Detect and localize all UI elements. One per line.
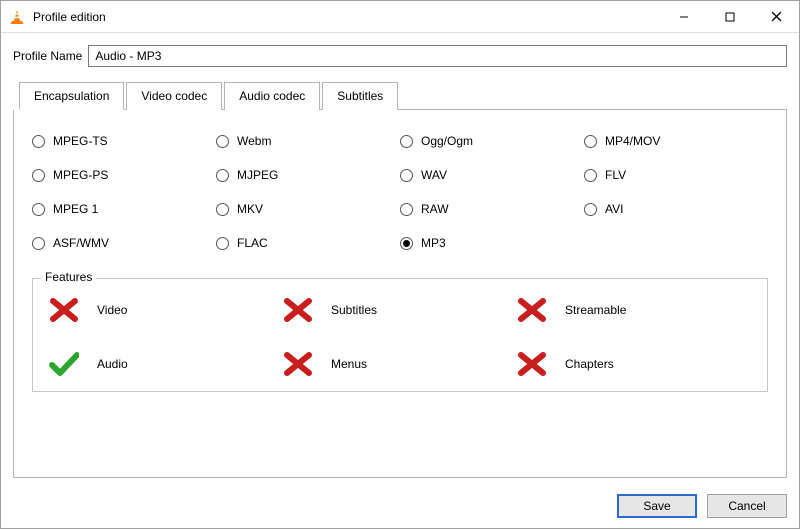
radio-icon: [216, 135, 229, 148]
radio-icon: [584, 203, 597, 216]
tab-encapsulation[interactable]: Encapsulation: [19, 82, 124, 110]
radio-label: MP4/MOV: [605, 134, 660, 148]
tab-video-codec[interactable]: Video codec: [126, 82, 222, 110]
radio-icon: [400, 237, 413, 250]
tab-subtitles[interactable]: Subtitles: [322, 82, 398, 110]
radio-label: AVI: [605, 202, 623, 216]
radio-webm[interactable]: Webm: [216, 134, 400, 148]
feature-label: Video: [97, 303, 127, 317]
radio-label: MPEG 1: [53, 202, 98, 216]
maximize-button[interactable]: [707, 1, 753, 32]
window: Profile edition Profile Name Encapsulati…: [0, 0, 800, 529]
tabstrip: Encapsulation Video codec Audio codec Su…: [19, 81, 787, 110]
vlc-cone-icon: [9, 9, 25, 25]
features-legend: Features: [41, 270, 96, 284]
radio-icon: [32, 203, 45, 216]
feature-label: Audio: [97, 357, 128, 371]
radio-mpeg-ps[interactable]: MPEG-PS: [32, 168, 216, 182]
radio-label: FLV: [605, 168, 626, 182]
radio-label: MP3: [421, 236, 446, 250]
x-icon: [283, 351, 313, 377]
radio-mp4[interactable]: MP4/MOV: [584, 134, 768, 148]
radio-ogg[interactable]: Ogg/Ogm: [400, 134, 584, 148]
feature-label: Streamable: [565, 303, 626, 317]
feature-label: Chapters: [565, 357, 614, 371]
x-icon: [283, 297, 313, 323]
radio-mpeg1[interactable]: MPEG 1: [32, 202, 216, 216]
radio-wav[interactable]: WAV: [400, 168, 584, 182]
radio-icon: [216, 169, 229, 182]
radio-avi[interactable]: AVI: [584, 202, 768, 216]
radio-icon: [216, 237, 229, 250]
client-area: Profile Name Encapsulation Video codec A…: [1, 33, 799, 486]
window-buttons: [661, 1, 799, 32]
radio-label: RAW: [421, 202, 449, 216]
radio-icon: [32, 169, 45, 182]
dialog-footer: Save Cancel: [1, 486, 799, 528]
feature-label: Menus: [331, 357, 367, 371]
titlebar: Profile edition: [1, 1, 799, 33]
radio-icon: [584, 135, 597, 148]
x-icon: [517, 297, 547, 323]
radio-icon: [584, 169, 597, 182]
radio-mpeg-ts[interactable]: MPEG-TS: [32, 134, 216, 148]
radio-label: ASF/WMV: [53, 236, 109, 250]
feature-video: Video: [49, 297, 283, 323]
feature-label: Subtitles: [331, 303, 377, 317]
radio-label: MJPEG: [237, 168, 278, 182]
radio-empty-slot: [584, 236, 768, 250]
features-grid: Video Subtitles Streamable Audio: [49, 297, 751, 377]
radio-flac[interactable]: FLAC: [216, 236, 400, 250]
radio-label: MPEG-TS: [53, 134, 108, 148]
radio-icon: [400, 135, 413, 148]
radio-label: Ogg/Ogm: [421, 134, 473, 148]
radio-asf[interactable]: ASF/WMV: [32, 236, 216, 250]
radio-icon: [216, 203, 229, 216]
feature-audio: Audio: [49, 351, 283, 377]
check-icon: [49, 351, 79, 377]
x-icon: [49, 297, 79, 323]
radio-label: Webm: [237, 134, 271, 148]
radio-icon: [32, 135, 45, 148]
features-group: Features Video Subtitles Streamable: [32, 278, 768, 392]
profile-name-row: Profile Name: [13, 45, 787, 67]
save-button[interactable]: Save: [617, 494, 697, 518]
minimize-button[interactable]: [661, 1, 707, 32]
cancel-button[interactable]: Cancel: [707, 494, 787, 518]
radio-mjpeg[interactable]: MJPEG: [216, 168, 400, 182]
radio-label: WAV: [421, 168, 447, 182]
radio-icon: [32, 237, 45, 250]
radio-label: FLAC: [237, 236, 268, 250]
radio-label: MKV: [237, 202, 263, 216]
profile-name-input[interactable]: [88, 45, 787, 67]
profile-name-label: Profile Name: [13, 49, 82, 63]
tab-audio-codec[interactable]: Audio codec: [224, 82, 320, 110]
feature-chapters: Chapters: [517, 351, 751, 377]
radio-label: MPEG-PS: [53, 168, 108, 182]
close-button[interactable]: [753, 1, 799, 32]
tab-panel-encapsulation: MPEG-TS Webm Ogg/Ogm MP4/MOV MPEG-PS MJP…: [13, 110, 787, 478]
feature-subtitles: Subtitles: [283, 297, 517, 323]
feature-streamable: Streamable: [517, 297, 751, 323]
feature-menus: Menus: [283, 351, 517, 377]
window-title: Profile edition: [33, 10, 106, 24]
radio-icon: [400, 169, 413, 182]
radio-raw[interactable]: RAW: [400, 202, 584, 216]
encapsulation-options: MPEG-TS Webm Ogg/Ogm MP4/MOV MPEG-PS MJP…: [32, 134, 768, 250]
radio-icon: [400, 203, 413, 216]
radio-mp3[interactable]: MP3: [400, 236, 584, 250]
radio-mkv[interactable]: MKV: [216, 202, 400, 216]
radio-flv[interactable]: FLV: [584, 168, 768, 182]
x-icon: [517, 351, 547, 377]
